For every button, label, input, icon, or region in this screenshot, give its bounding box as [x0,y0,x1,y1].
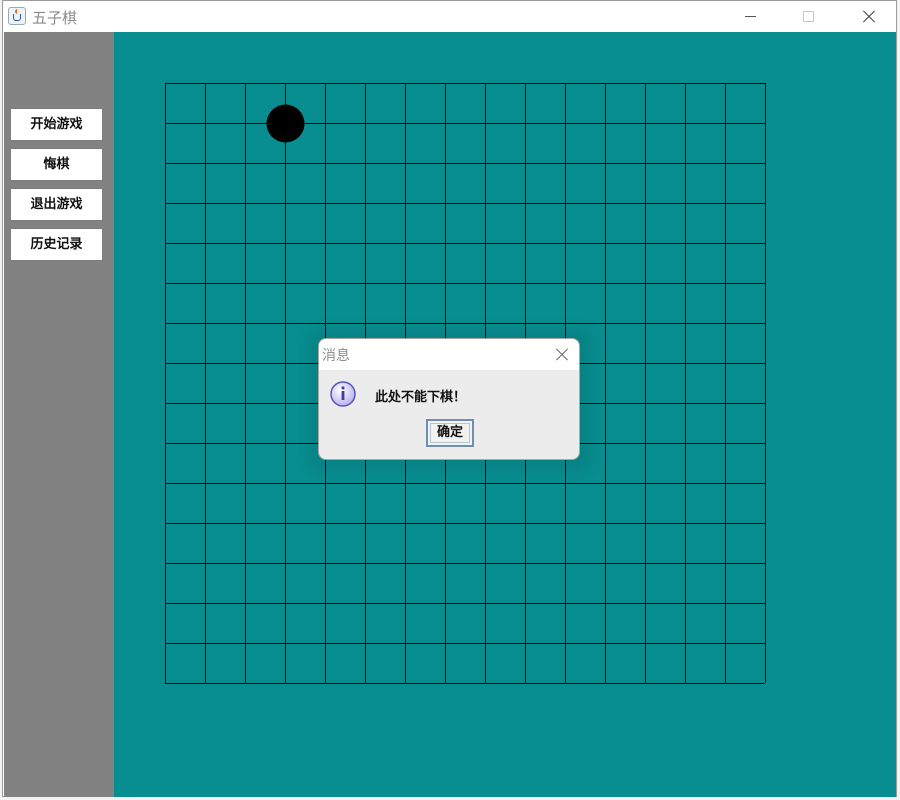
ok-button[interactable]: 确定 [426,419,474,447]
black-stone [266,104,305,143]
maximize-button[interactable] [780,1,836,32]
undo-move-button[interactable]: 悔棋 [10,148,103,181]
close-button[interactable] [839,1,895,32]
title-bar[interactable]: 五子棋 [3,1,896,32]
dialog-title-bar[interactable]: 消息 [319,339,579,370]
exit-game-button[interactable]: 退出游戏 [10,188,103,221]
dialog-close-button[interactable] [545,339,579,370]
message-dialog: 消息 此处不能下棋！ 确定 [318,338,580,460]
dialog-message: 此处不能下棋！ [375,390,467,405]
java-app-icon [8,7,26,25]
start-game-button[interactable]: 开始游戏 [10,108,103,141]
sidebar: 开始游戏 悔棋 退出游戏 历史记录 [4,32,114,797]
window-title: 五子棋 [32,9,78,27]
dialog-title: 消息 [322,348,350,364]
maximize-icon [803,11,814,22]
minimize-icon [745,16,756,17]
history-button[interactable]: 历史记录 [10,228,103,261]
minimize-button[interactable] [722,1,778,32]
info-icon [330,381,356,407]
